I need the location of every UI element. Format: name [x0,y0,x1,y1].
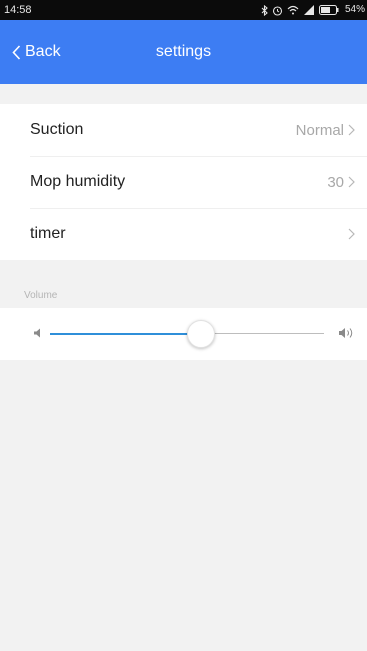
slider-track-empty [200,333,324,334]
chevron-right-icon [348,228,355,240]
signal-icon [303,5,315,15]
chevron-right-icon [348,176,355,188]
status-bar: 14:58 54% [0,0,367,20]
row-label: Mop humidity [30,173,126,190]
wifi-icon [287,5,299,15]
volume-slider[interactable] [0,308,367,360]
battery-percent: 54% [344,4,365,15]
phone-screen: 14:58 54% Back settings Suction Normal M… [0,0,367,651]
battery-icon [318,5,339,15]
settings-list: Suction Normal Mop humidity 30 timer [0,104,367,260]
back-label: Back [25,43,61,60]
chevron-left-icon [12,44,21,60]
volume-low-icon [34,328,41,338]
status-icons: 54% [261,0,365,20]
slider-track-filled [50,333,201,335]
status-time: 14:58 [4,4,32,16]
row-label: Suction [30,121,84,138]
settings-row-timer[interactable]: timer [0,208,367,260]
row-value: Normal [295,121,344,139]
bluetooth-icon [261,4,268,16]
settings-row-mop-humidity[interactable]: Mop humidity 30 [0,156,367,208]
chevron-right-icon [348,124,355,136]
row-value: 30 [327,173,344,191]
volume-high-icon [339,327,355,339]
alarm-icon [272,5,283,16]
slider-thumb[interactable] [186,320,215,348]
back-button[interactable]: Back [12,20,61,84]
volume-label: Volume [24,290,58,301]
app-header: Back settings [0,20,367,84]
row-label: timer [30,225,66,242]
settings-row-suction[interactable]: Suction Normal [0,104,367,156]
